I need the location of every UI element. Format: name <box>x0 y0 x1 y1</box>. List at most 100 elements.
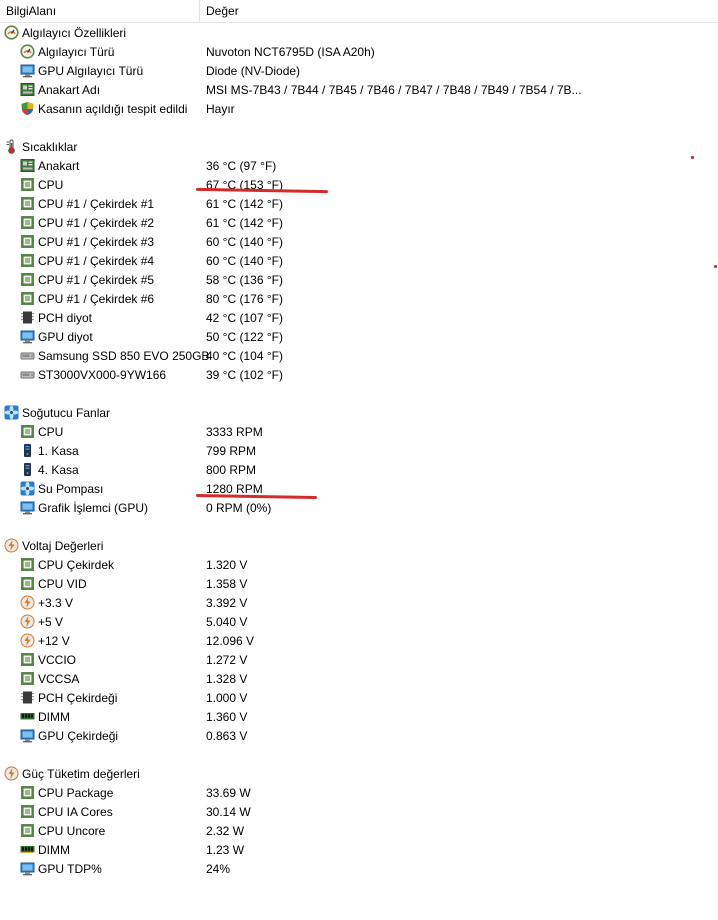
chip-icon <box>20 785 35 800</box>
sensor-value: 39 °C (102 °F) <box>206 368 283 382</box>
group-header-sicakliklar[interactable]: Sıcaklıklar <box>0 137 718 156</box>
sensor-row[interactable]: +3.3 V 3.392 V <box>0 593 718 612</box>
group-header-guc-tuketim-degerleri[interactable]: Güç Tüketim değerleri <box>0 764 718 783</box>
column-header: BilgiAlanı Değer <box>0 0 718 23</box>
sensor-value: 1.272 V <box>206 653 248 667</box>
sensor-icon <box>20 44 35 59</box>
sensor-row[interactable]: VCCIO 1.272 V <box>0 650 718 669</box>
sensor-row[interactable]: CPU Çekirdek 1.320 V <box>0 555 718 574</box>
group-label: Algılayıcı Özellikleri <box>22 26 127 40</box>
pch-icon <box>20 310 35 325</box>
gpu-icon <box>20 500 35 515</box>
sensor-label: CPU Package <box>38 786 114 800</box>
sensor-row[interactable]: CPU Uncore 2.32 W <box>0 821 718 840</box>
sensor-row[interactable]: +5 V 5.040 V <box>0 612 718 631</box>
sensor-value: 1.320 V <box>206 558 248 572</box>
chip-icon <box>20 576 35 591</box>
sensor-label: Samsung SSD 850 EVO 250GB <box>38 349 210 363</box>
sensor-row[interactable]: Algılayıcı Türü Nuvoton NCT6795D (ISA A20… <box>0 42 718 61</box>
sensor-row[interactable]: CPU #1 / Çekirdek #4 60 °C (140 °F) <box>0 251 718 270</box>
chip-icon <box>20 272 35 287</box>
chip-icon <box>20 557 35 572</box>
group-label: Voltaj Değerleri <box>22 539 104 553</box>
sensor-row[interactable]: GPU Çekirdeği 0.863 V <box>0 726 718 745</box>
sensor-value: 1.23 W <box>206 843 245 857</box>
chip-icon <box>20 671 35 686</box>
column-header-field[interactable]: BilgiAlanı <box>6 4 56 18</box>
sensor-row[interactable]: PCH Çekirdeği 1.000 V <box>0 688 718 707</box>
sensor-label: CPU Çekirdek <box>38 558 115 572</box>
sensor-value: 33.69 W <box>206 786 251 800</box>
sensor-row[interactable]: CPU 67 °C (153 °F) <box>0 175 718 194</box>
sensor-value: 12.096 V <box>206 634 255 648</box>
group-header-algilayici-ozellikleri[interactable]: Algılayıcı Özellikleri <box>0 23 718 42</box>
column-header-value[interactable]: Değer <box>206 4 239 18</box>
sensor-label: PCH Çekirdeği <box>38 691 118 705</box>
column-divider[interactable] <box>199 0 200 22</box>
dimm-icon <box>20 842 35 857</box>
sensor-row[interactable]: Anakart Adı MSI MS-7B43 / 7B44 / 7B45 / 7… <box>0 80 718 99</box>
group-label: Soğutucu Fanlar <box>22 406 111 420</box>
sensor-value: 40 °C (104 °F) <box>206 349 283 363</box>
sensor-value: 61 °C (142 °F) <box>206 216 283 230</box>
sensor-icon <box>4 25 19 40</box>
bolt-icon <box>4 766 19 781</box>
sensor-row[interactable]: CPU #1 / Çekirdek #1 61 °C (142 °F) <box>0 194 718 213</box>
sensor-label: PCH diyot <box>38 311 93 325</box>
chip-icon <box>20 234 35 249</box>
sensor-label: +5 V <box>38 615 64 629</box>
chip-icon <box>20 196 35 211</box>
sensor-row[interactable]: Samsung SSD 850 EVO 250GB 40 °C (104 °F) <box>0 346 718 365</box>
sensor-row[interactable]: Grafik İşlemci (GPU) 0 RPM (0%) <box>0 498 718 517</box>
sensor-value: 58 °C (136 °F) <box>206 273 283 287</box>
sensor-label: 1. Kasa <box>38 444 79 458</box>
group-header-sogutucu-fanlar[interactable]: Soğutucu Fanlar <box>0 403 718 422</box>
sensor-row[interactable]: GPU Algılayıcı Türü Diode (NV-Diode) <box>0 61 718 80</box>
sensor-value: 1.328 V <box>206 672 248 686</box>
case-icon <box>20 462 35 477</box>
sensor-row[interactable]: GPU TDP% 24% <box>0 859 718 878</box>
dimm-icon <box>20 709 35 724</box>
sensor-row[interactable]: CPU 3333 RPM <box>0 422 718 441</box>
sensor-row[interactable]: CPU VID 1.358 V <box>0 574 718 593</box>
chip-icon <box>20 177 35 192</box>
sensor-row[interactable]: 4. Kasa 800 RPM <box>0 460 718 479</box>
sensor-row[interactable]: PCH diyot 42 °C (107 °F) <box>0 308 718 327</box>
chip-icon <box>20 652 35 667</box>
fan-icon <box>4 405 19 420</box>
sensor-row[interactable]: Su Pompası 1280 RPM <box>0 479 718 498</box>
sensor-row[interactable]: DIMM 1.23 W <box>0 840 718 859</box>
sensor-value: 1.000 V <box>206 691 248 705</box>
board-icon <box>20 158 35 173</box>
sensor-value: 800 RPM <box>206 463 257 477</box>
sensor-label: CPU #1 / Çekirdek #6 <box>38 292 155 306</box>
chip-icon <box>20 424 35 439</box>
sensor-value: 3.392 V <box>206 596 248 610</box>
group-header-voltaj-degerleri[interactable]: Voltaj Değerleri <box>0 536 718 555</box>
sensor-row[interactable]: DIMM 1.360 V <box>0 707 718 726</box>
sensor-row[interactable]: GPU diyot 50 °C (122 °F) <box>0 327 718 346</box>
gpu-icon <box>20 728 35 743</box>
sensor-row[interactable]: CPU #1 / Çekirdek #2 61 °C (142 °F) <box>0 213 718 232</box>
sensor-row[interactable]: Kasanın açıldığı tespit edildi Hayır <box>0 99 718 118</box>
sensor-value: 0.863 V <box>206 729 248 743</box>
gpu-icon <box>20 861 35 876</box>
sensor-value: 1.360 V <box>206 710 248 724</box>
annotation-dot <box>714 265 717 268</box>
sensor-row[interactable]: Anakart 36 °C (97 °F) <box>0 156 718 175</box>
sensor-value: 2.32 W <box>206 824 245 838</box>
sensor-row[interactable]: CPU #1 / Çekirdek #3 60 °C (140 °F) <box>0 232 718 251</box>
sensor-row[interactable]: CPU Package 33.69 W <box>0 783 718 802</box>
sensor-row[interactable]: CPU IA Cores 30.14 W <box>0 802 718 821</box>
sensor-label: Kasanın açıldığı tespit edildi <box>38 102 188 116</box>
sensor-row[interactable]: 1. Kasa 799 RPM <box>0 441 718 460</box>
sensor-value: 0 RPM (0%) <box>206 501 272 515</box>
sensor-row[interactable]: VCCSA 1.328 V <box>0 669 718 688</box>
sensor-value: 30.14 W <box>206 805 251 819</box>
sensor-row[interactable]: +12 V 12.096 V <box>0 631 718 650</box>
sensor-row[interactable]: CPU #1 / Çekirdek #6 80 °C (176 °F) <box>0 289 718 308</box>
sensor-row[interactable]: ST3000VX000-9YW166 39 °C (102 °F) <box>0 365 718 384</box>
sensor-row[interactable]: CPU #1 / Çekirdek #5 58 °C (136 °F) <box>0 270 718 289</box>
sensor-value: 1.358 V <box>206 577 248 591</box>
sensor-label: CPU #1 / Çekirdek #1 <box>38 197 155 211</box>
